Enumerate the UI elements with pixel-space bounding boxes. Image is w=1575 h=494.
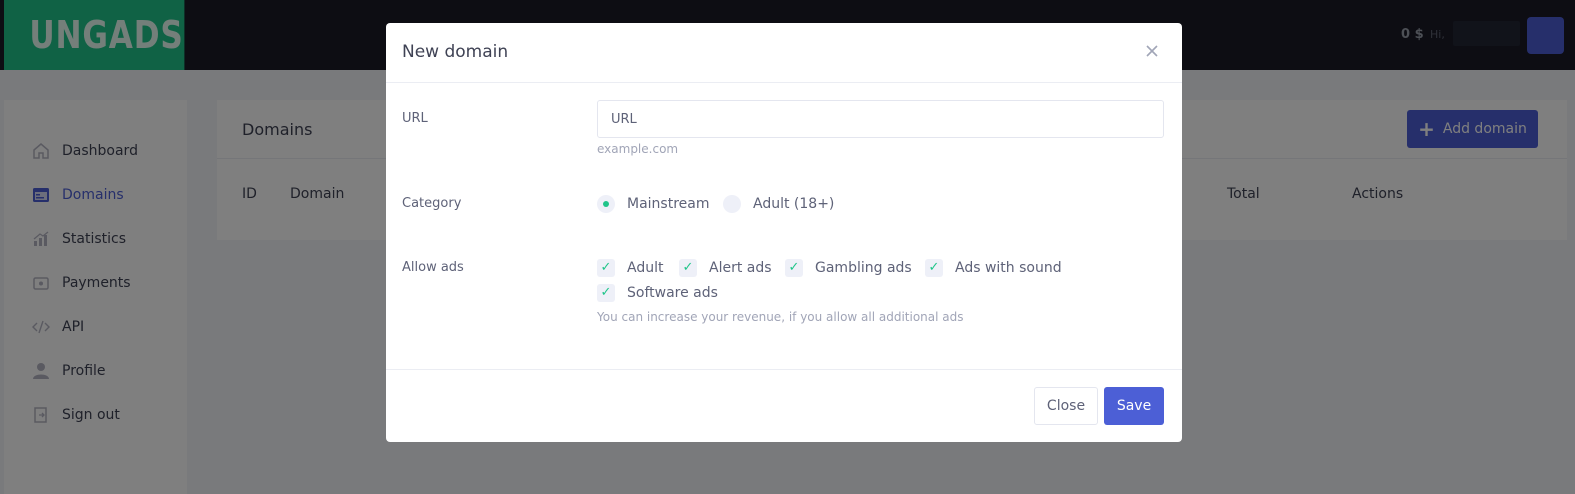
modal-header-divider [386, 82, 1182, 83]
save-button[interactable]: Save [1104, 387, 1164, 425]
checkbox-label: Software ads [627, 285, 718, 301]
checkbox-software-ads[interactable]: ✓ Software ads [597, 284, 718, 302]
new-domain-modal: New domain URL example.com Category Main… [386, 23, 1182, 442]
modal-title: New domain [402, 42, 509, 62]
checkbox-label: Ads with sound [955, 260, 1062, 276]
check-icon[interactable]: ✓ [785, 259, 803, 277]
ads-hint: You can increase your revenue, if you al… [597, 310, 964, 324]
url-hint: example.com [597, 142, 679, 156]
checkbox-ads-with-sound[interactable]: ✓ Ads with sound [925, 259, 1062, 277]
radio-label: Adult (18+) [753, 196, 835, 212]
checkbox-gambling-ads[interactable]: ✓ Gambling ads [785, 259, 912, 277]
category-label: Category [402, 196, 462, 211]
checkbox-label: Adult [627, 260, 664, 276]
checkbox-label: Alert ads [709, 260, 772, 276]
radio-label: Mainstream [627, 196, 710, 212]
checkbox-alert-ads[interactable]: ✓ Alert ads [679, 259, 772, 277]
close-icon[interactable] [1144, 43, 1160, 59]
close-button[interactable]: Close [1034, 387, 1098, 425]
check-icon[interactable]: ✓ [597, 284, 615, 302]
check-icon[interactable]: ✓ [597, 259, 615, 277]
url-label: URL [402, 111, 428, 126]
radio-unselected[interactable] [723, 195, 741, 213]
radio-selected[interactable] [597, 195, 615, 213]
check-icon[interactable]: ✓ [925, 259, 943, 277]
checkbox-adult[interactable]: ✓ Adult [597, 259, 663, 277]
modal-footer-divider [386, 369, 1182, 370]
category-adult-radio[interactable]: Adult (18+) [723, 195, 834, 213]
check-icon[interactable]: ✓ [679, 259, 697, 277]
category-mainstream-radio[interactable]: Mainstream [597, 195, 709, 213]
checkbox-label: Gambling ads [815, 260, 912, 276]
url-input[interactable] [597, 100, 1164, 138]
allow-ads-label: Allow ads [402, 260, 464, 275]
